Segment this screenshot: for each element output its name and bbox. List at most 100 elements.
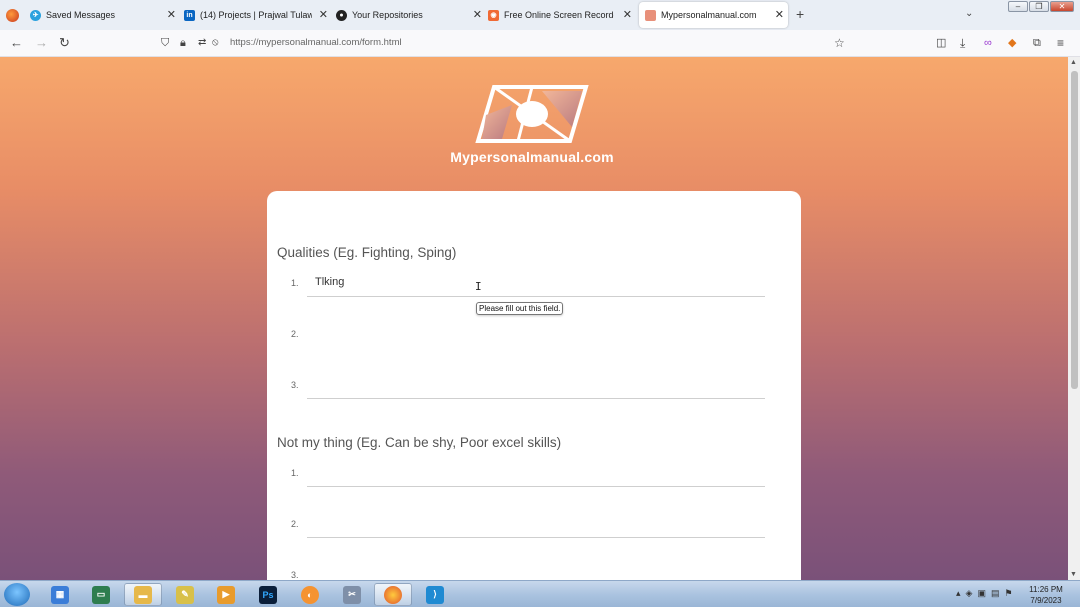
- site-favicon-icon: [645, 9, 656, 21]
- close-icon[interactable]: ✕: [775, 8, 784, 21]
- taskbar-app-firefox[interactable]: [374, 583, 412, 606]
- tab-label: Free Online Screen Recorder &: [504, 10, 614, 20]
- taskbar-app-tool[interactable]: ✂: [333, 583, 371, 606]
- not-my-thing-input-2[interactable]: 2.: [287, 511, 765, 539]
- chevron-down-icon[interactable]: ⌄: [965, 8, 973, 19]
- section-title-not-my-thing: Not my thing (Eg. Can be shy, Poor excel…: [277, 435, 562, 450]
- network-icon[interactable]: ▤: [991, 588, 1000, 599]
- close-icon[interactable]: ✕: [167, 8, 176, 21]
- close-icon[interactable]: ✕: [473, 8, 482, 21]
- new-tab-icon[interactable]: +: [796, 6, 804, 22]
- not-my-thing-input-1[interactable]: 1.: [287, 460, 765, 488]
- menu-icon[interactable]: ≡: [1057, 36, 1064, 50]
- extensions-puzzle-icon[interactable]: ⧉: [1033, 36, 1041, 50]
- clock[interactable]: 11:26 PM 7/9/2023: [1022, 584, 1070, 606]
- forward-icon[interactable]: →: [35, 36, 48, 50]
- scroll-down-icon[interactable]: ▼: [1070, 571, 1077, 578]
- media-player-icon: ▶: [217, 585, 235, 604]
- close-window-button[interactable]: ✕: [1050, 1, 1074, 12]
- navigation-bar: ← → ↻ ⛉ 🔒︎ ⇄ ⦸ https://mypersonalmanual.…: [0, 30, 1080, 57]
- firefox-icon: [384, 585, 402, 604]
- bookmark-star-icon[interactable]: ☆: [834, 36, 845, 50]
- text-cursor-icon: I: [475, 280, 482, 293]
- input-underline: [307, 296, 765, 297]
- item-number: 3.: [291, 570, 299, 580]
- url-text[interactable]: https://mypersonalmanual.com/form.html: [230, 37, 402, 48]
- taskbar: ▦ ▭ ▬ ✎ ▶ Ps ◐ ✂ ⟩ ▴ ◈ ▣ ▤ ⚑ 11:26 PM 7/…: [0, 580, 1080, 607]
- github-icon: ●: [336, 9, 347, 21]
- taskbar-app-explorer[interactable]: ▦: [41, 583, 79, 606]
- lock-icon[interactable]: 🔒︎: [180, 36, 186, 50]
- notes-icon: ✎: [176, 585, 194, 604]
- tab-linkedin-projects[interactable]: in (14) Projects | Prajwal Tulawe | L ✕: [184, 2, 332, 28]
- reload-icon[interactable]: ↻: [59, 36, 70, 50]
- folder-icon: ▬: [134, 585, 152, 604]
- tab-strip: ✈ Saved Messages ✕ in (14) Projects | Pr…: [0, 0, 1080, 30]
- item-number: 1.: [291, 278, 299, 288]
- system-tray: ▴ ◈ ▣ ▤ ⚑: [956, 588, 1013, 599]
- tab-mypersonalmanual[interactable]: Mypersonalmanual.com ✕: [639, 2, 788, 28]
- taskbar-app-photoshop[interactable]: Ps: [249, 583, 287, 606]
- back-icon[interactable]: ←: [10, 36, 23, 50]
- taskbar-app-media[interactable]: ▶: [207, 583, 245, 606]
- display-icon[interactable]: ▣: [977, 588, 986, 599]
- tab-label: Saved Messages: [46, 10, 116, 20]
- antivirus-icon[interactable]: ◈: [966, 588, 973, 599]
- vscode-icon: ⟩: [426, 585, 444, 604]
- flag-icon[interactable]: ⚑: [1004, 588, 1012, 599]
- monitor-icon: ▭: [92, 585, 110, 604]
- shield-icon[interactable]: ⛉: [161, 36, 169, 50]
- qualities-input-1[interactable]: 1. Tlking: [287, 270, 765, 298]
- telegram-icon: ✈: [30, 9, 41, 21]
- photoshop-icon: Ps: [259, 585, 277, 604]
- tab-label: (14) Projects | Prajwal Tulawe | L: [200, 10, 312, 20]
- scrollbar-thumb[interactable]: [1071, 71, 1078, 389]
- qualities-input-3[interactable]: 3.: [287, 372, 765, 400]
- linkedin-icon: in: [184, 9, 195, 21]
- taskbar-app-notes[interactable]: ✎: [166, 583, 204, 606]
- tab-saved-messages[interactable]: ✈ Saved Messages ✕: [30, 2, 180, 28]
- firefox-icon[interactable]: [6, 9, 19, 22]
- close-icon[interactable]: ✕: [319, 8, 328, 21]
- tracking-off-icon[interactable]: ⦸: [212, 36, 219, 50]
- fl-studio-icon: ◐: [301, 585, 319, 604]
- taskbar-app-fl-studio[interactable]: ◐: [291, 583, 329, 606]
- tab-your-repositories[interactable]: ● Your Repositories ✕: [336, 2, 486, 28]
- logo-icon: [475, 85, 589, 143]
- qualities-input-2[interactable]: 2.: [287, 321, 765, 349]
- clock-time: 11:26 PM: [1029, 585, 1063, 594]
- extension-icon[interactable]: ∞: [984, 36, 992, 50]
- brand-name: Mypersonalmanual.com: [450, 149, 614, 165]
- close-icon[interactable]: ✕: [623, 8, 632, 21]
- form-card: Qualities (Eg. Fighting, Sping) 1. Tlkin…: [267, 191, 801, 580]
- scroll-up-icon[interactable]: ▲: [1070, 59, 1077, 66]
- download-icon[interactable]: ⤓: [960, 36, 965, 50]
- input-value[interactable]: Tlking: [315, 276, 344, 288]
- tab-label: Mypersonalmanual.com: [661, 10, 757, 20]
- pocket-icon[interactable]: ◫: [936, 36, 946, 50]
- chevron-up-icon[interactable]: ▴: [956, 588, 961, 599]
- maximize-button[interactable]: ❐: [1029, 1, 1049, 12]
- taskbar-app-folder[interactable]: ▬: [124, 583, 162, 606]
- item-number: 2.: [291, 329, 299, 339]
- permissions-icon[interactable]: ⇄: [198, 36, 206, 50]
- address-bar[interactable]: ⛉ 🔒︎ ⇄ ⦸ https://mypersonalmanual.com/fo…: [155, 33, 855, 54]
- clock-date: 7/9/2023: [1030, 596, 1062, 605]
- metamask-icon[interactable]: ◆: [1008, 36, 1016, 50]
- tool-icon: ✂: [343, 585, 361, 604]
- start-button[interactable]: [4, 583, 30, 606]
- item-number: 3.: [291, 380, 299, 390]
- tab-label: Your Repositories: [352, 10, 423, 20]
- tab-screen-recorder[interactable]: ◉ Free Online Screen Recorder & ✕: [488, 2, 636, 28]
- page-viewport: Mypersonalmanual.com Qualities (Eg. Figh…: [0, 57, 1068, 580]
- section-title-qualities: Qualities (Eg. Fighting, Sping): [277, 245, 457, 260]
- recorder-icon: ◉: [488, 9, 499, 21]
- not-my-thing-input-3[interactable]: 3.: [287, 562, 765, 580]
- window-controls: – ❐ ✕: [1008, 1, 1074, 12]
- input-underline: [307, 537, 765, 538]
- minimize-button[interactable]: –: [1008, 1, 1028, 12]
- page-scrollbar[interactable]: ▲ ▼: [1068, 57, 1080, 580]
- taskbar-app-vscode[interactable]: ⟩: [416, 583, 454, 606]
- explorer-icon: ▦: [51, 585, 69, 604]
- taskbar-app-monitor[interactable]: ▭: [82, 583, 120, 606]
